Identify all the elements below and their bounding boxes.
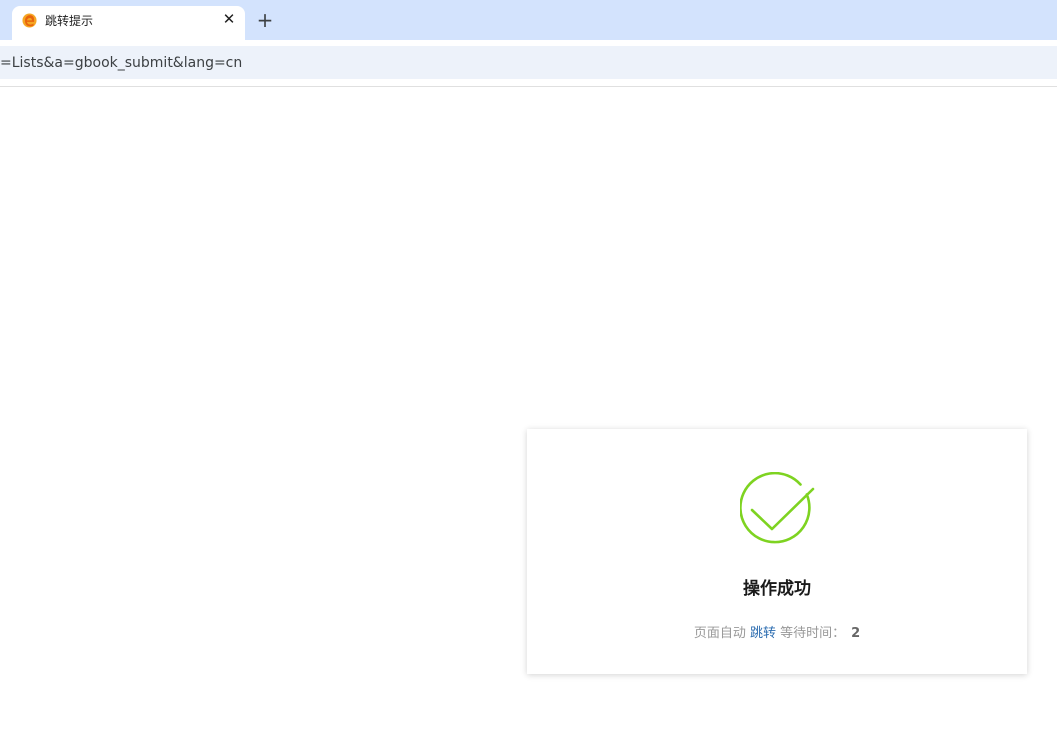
tab-close-icon[interactable]: ✕: [219, 9, 239, 29]
checkmark-circle-icon: [739, 471, 815, 547]
message-prefix: 页面自动: [693, 626, 746, 641]
status-title: 操作成功: [743, 579, 811, 599]
address-bar[interactable]: =Lists&a=gbook_submit&lang=cn: [0, 46, 1057, 79]
tab-strip: 跳转提示 ✕ +: [0, 0, 1057, 40]
jump-link[interactable]: 跳转: [750, 626, 776, 641]
redirect-notice-card: 操作成功 页面自动 跳转 等待时间： 2: [527, 429, 1027, 674]
wait-countdown: 2: [851, 626, 861, 641]
browser-tab[interactable]: 跳转提示 ✕: [12, 6, 245, 40]
browser-toolbar: =Lists&a=gbook_submit&lang=cn: [0, 40, 1057, 87]
edge-e-icon: [22, 13, 37, 28]
address-bar-url[interactable]: =Lists&a=gbook_submit&lang=cn: [0, 54, 242, 72]
new-tab-button[interactable]: +: [254, 9, 276, 31]
tab-title: 跳转提示: [45, 14, 94, 28]
wait-label: 等待时间：: [780, 626, 846, 641]
page-content: 操作成功 页面自动 跳转 等待时间： 2: [0, 87, 1057, 745]
redirect-message: 页面自动 跳转 等待时间： 2: [527, 622, 1027, 641]
